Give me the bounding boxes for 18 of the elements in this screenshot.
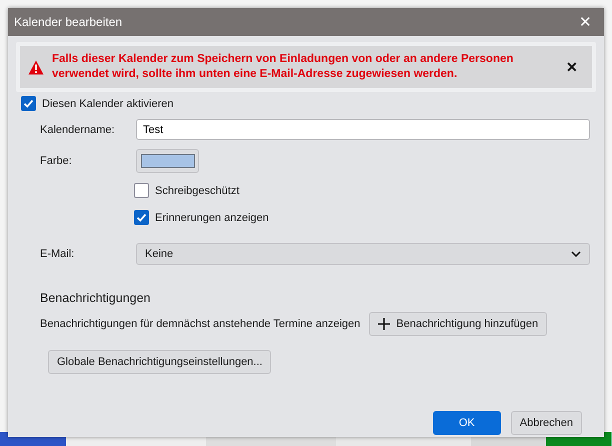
checkbox-label: Schreibgeschützt (155, 184, 240, 196)
cancel-button[interactable]: Abbrechen (510, 411, 582, 435)
add-notification-button[interactable]: Benachrichtigung hinzufügen (369, 312, 548, 336)
warning-text: Falls dieser Kalender zum Speichern von Einladungen von oder an andere Personen verwendet wird, sollte ihm unten eine E-Mail-Adresse zugewiesen werden. (52, 52, 514, 82)
checkbox-label: Erinnerungen anzeigen (155, 212, 269, 224)
close-button[interactable]: ✕ (577, 13, 594, 31)
global-settings-button[interactable]: Globale Benachrichtigungseinstellungen... (48, 350, 272, 374)
calendar-name-field[interactable]: Test (136, 119, 590, 140)
section-heading: Benachrichtigungen (40, 291, 150, 305)
window-title: Kalender bearbeiten (14, 15, 122, 29)
field-label: E-Mail: (40, 248, 76, 260)
field-label: Kalendername: (40, 124, 116, 136)
dismiss-button[interactable]: ✕ (562, 59, 582, 75)
email-dropdown[interactable]: Keine (136, 243, 590, 265)
ok-button[interactable]: OK (432, 411, 501, 435)
field-label: Farbe: (40, 155, 73, 167)
notifications-description: Benachrichtigungen für demnächst anstehende Termine anzeigen (40, 318, 360, 330)
checkbox-label: Diesen Kalender aktivieren (42, 98, 174, 110)
